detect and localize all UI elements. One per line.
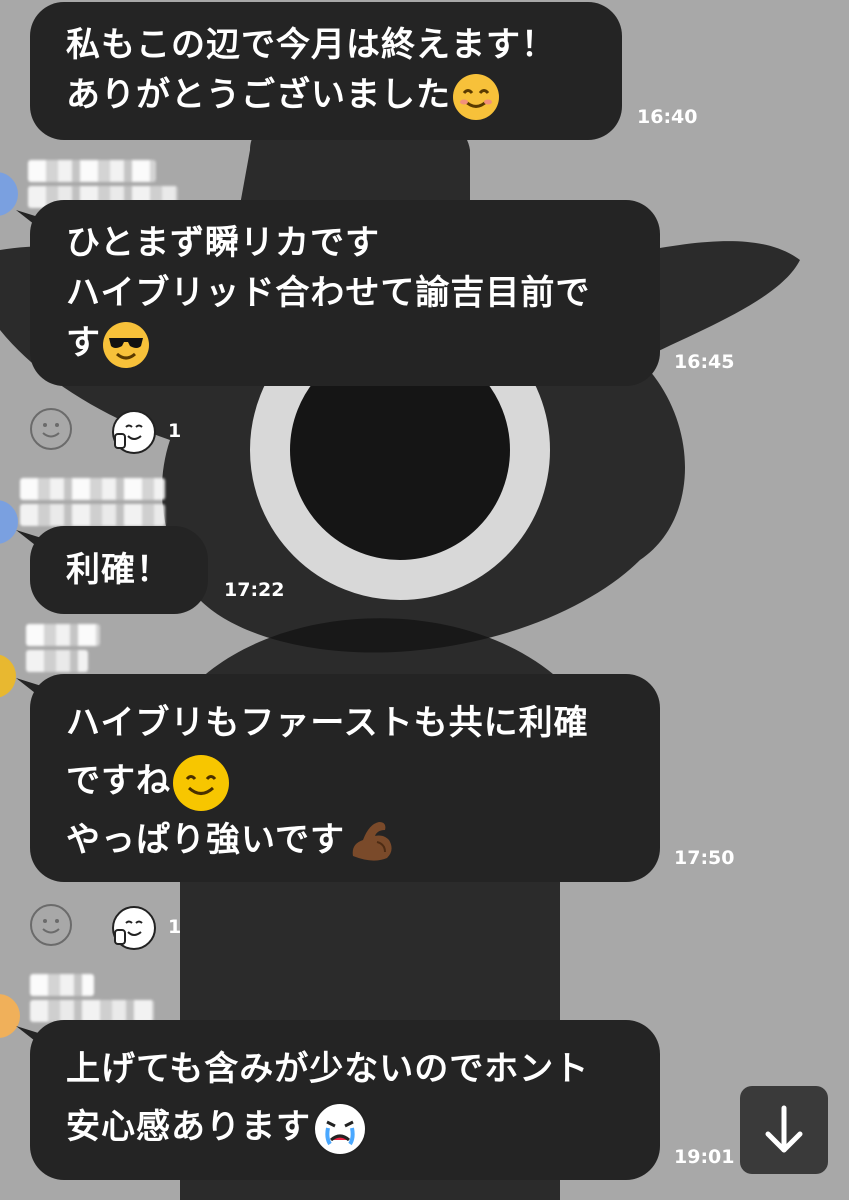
reaction-count: 1 (168, 420, 182, 442)
sender-name-row (26, 650, 88, 672)
flexed-biceps-emoji (347, 816, 397, 866)
arrow-down-icon (765, 1105, 803, 1153)
message-time: 19:01 (674, 1146, 735, 1168)
sender-name (30, 974, 94, 996)
message-bubble[interactable]: ひとまず瞬リカです ハイブリッド合わせて諭吉目前で す (30, 200, 660, 386)
message-bubble[interactable]: 私もこの辺で今月は終えます！ ありがとうございました (30, 2, 622, 140)
scroll-to-bottom-button[interactable] (740, 1086, 828, 1174)
message-line: ありがとうございました (66, 75, 451, 115)
sender-name-row (20, 504, 165, 526)
message-bubble[interactable]: 利確！ (30, 526, 208, 614)
message-time: 16:40 (637, 106, 698, 128)
reaction-count: 1 (168, 916, 182, 938)
smiling-face-emoji (173, 754, 229, 811)
message-time: 16:45 (674, 351, 735, 373)
thumbs-up-sticker[interactable] (112, 906, 156, 950)
message-line: 利確！ (66, 550, 171, 590)
thumbs-up-sticker[interactable] (112, 410, 156, 454)
message-time: 17:22 (224, 579, 285, 601)
sender-name (26, 624, 100, 646)
message-line: す (66, 323, 101, 363)
smiling-face-emoji (453, 73, 499, 120)
message-line: ひとまず瞬リカです (66, 223, 380, 263)
message-bubble[interactable]: ハイブリもファーストも共に利確 ですね やっぱり強いです (30, 674, 660, 882)
message-line: 上げても含みが少ないのでホント (66, 1049, 590, 1089)
message-line: 私もこの辺で今月は終えます！ (66, 25, 556, 65)
message-line: ハイブリもファーストも共に利確 (66, 703, 589, 743)
sender-name (20, 478, 165, 500)
message-line: ですね (66, 761, 171, 801)
message-bubble[interactable]: 上げても含みが少ないのでホント 安心感あります (30, 1020, 660, 1180)
message-time: 17:50 (674, 847, 735, 869)
sender-name (28, 160, 156, 182)
crying-face-emoji (313, 1101, 367, 1156)
message-line: ハイブリッド合わせて諭吉目前で (66, 273, 591, 313)
message-line: 安心感あります (66, 1107, 311, 1147)
sender-name-row (30, 1000, 154, 1022)
add-reaction-icon[interactable] (30, 408, 72, 450)
sunglasses-face-emoji (103, 321, 149, 368)
add-reaction-icon[interactable] (30, 904, 72, 946)
message-line: やっぱり強いです (66, 819, 345, 860)
